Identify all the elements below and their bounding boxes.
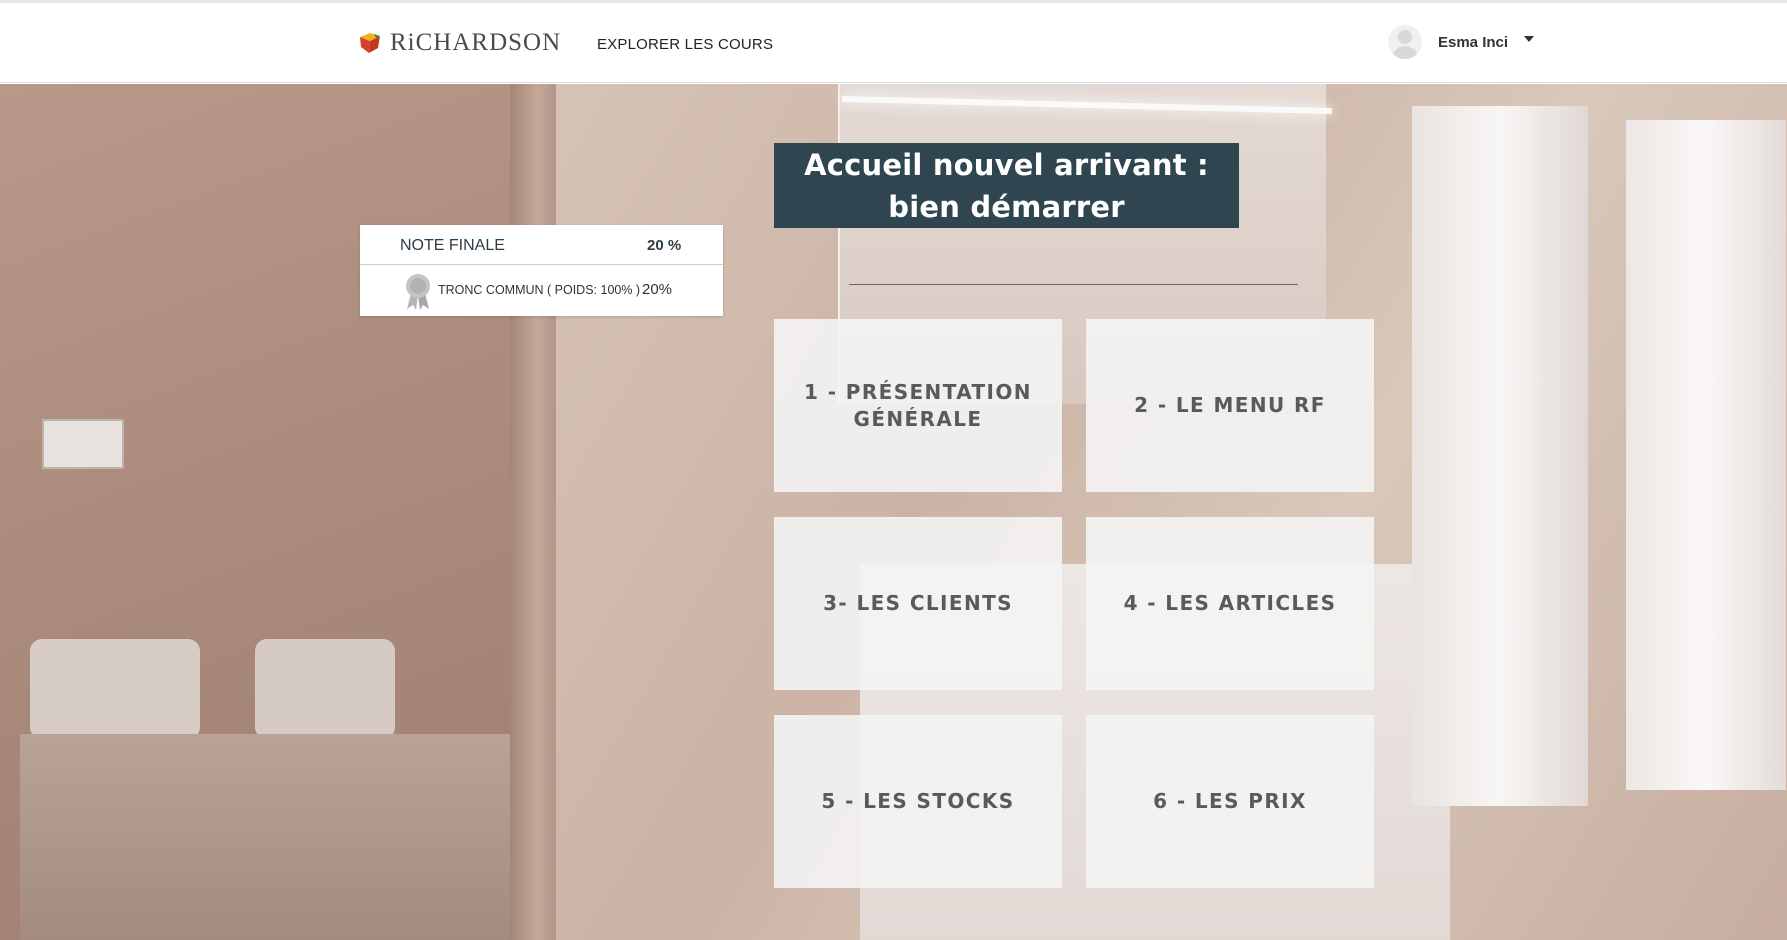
- final-grade-row: NOTE FINALE 20 %: [360, 225, 723, 265]
- final-grade-label: NOTE FINALE: [400, 237, 505, 254]
- bg-toilet: [30, 639, 200, 739]
- course-title: Accueil nouvel arrivant : bien démarrer: [804, 147, 1209, 224]
- title-divider: [849, 284, 1298, 285]
- bg-tub: [20, 734, 540, 940]
- bg-cabinet: [1412, 106, 1588, 806]
- nav-explore-courses[interactable]: EXPLORER LES COURS: [597, 36, 773, 53]
- module-tile-4[interactable]: 4 - LES ARTICLES: [1086, 517, 1374, 690]
- final-grade-value: 20 %: [647, 237, 682, 254]
- module-tile-3[interactable]: 3- LES CLIENTS: [774, 517, 1062, 690]
- bg-cabinet: [1626, 120, 1786, 790]
- tronc-commun-label: TRONC COMMUN ( POIDS: 100% ): [438, 283, 641, 297]
- brand-name: RiCHARDSON: [390, 29, 562, 56]
- tronc-commun-value: 20%: [642, 281, 673, 298]
- bg-pillar: [510, 84, 556, 940]
- module-tile-2[interactable]: 2 - LE MENU RF: [1086, 319, 1374, 492]
- bg-flush-plate: [42, 419, 124, 469]
- user-name[interactable]: Esma Inci: [1438, 34, 1508, 51]
- course-title-box: Accueil nouvel arrivant : bien démarrer: [774, 143, 1239, 228]
- user-avatar-icon[interactable]: [1388, 25, 1422, 59]
- module-tile-label: 3- LES CLIENTS: [823, 591, 1013, 615]
- module-tile-label: 6 - LES PRIX: [1153, 789, 1307, 813]
- grade-panel: NOTE FINALE 20 % TRONC COMMUN ( POIDS: 1…: [360, 225, 723, 316]
- caret-down-icon[interactable]: [1524, 36, 1535, 42]
- award-ribbon-icon: [406, 274, 430, 310]
- module-tile-6[interactable]: 6 - LES PRIX: [1086, 715, 1374, 888]
- module-tile-label: 1 - PRÉSENTATION GÉNÉRALE: [804, 379, 1032, 431]
- user-menu[interactable]: Esma Inci: [1388, 25, 1535, 59]
- module-tile-1[interactable]: 1 - PRÉSENTATION GÉNÉRALE: [774, 319, 1062, 492]
- tronc-commun-row: TRONC COMMUN ( POIDS: 100% ) 20%: [360, 265, 723, 316]
- brand-logo[interactable]: RiCHARDSON: [358, 29, 561, 57]
- module-tile-5[interactable]: 5 - LES STOCKS: [774, 715, 1062, 888]
- module-tile-label: 2 - LE MENU RF: [1134, 393, 1326, 417]
- top-navbar: RiCHARDSON EXPLORER LES COURS Esma Inci: [0, 3, 1787, 83]
- module-tile-label: 4 - LES ARTICLES: [1123, 591, 1337, 615]
- richardson-cube-logo-icon: [360, 33, 380, 53]
- bg-bidet: [255, 639, 395, 739]
- module-tile-label: 5 - LES STOCKS: [821, 789, 1015, 813]
